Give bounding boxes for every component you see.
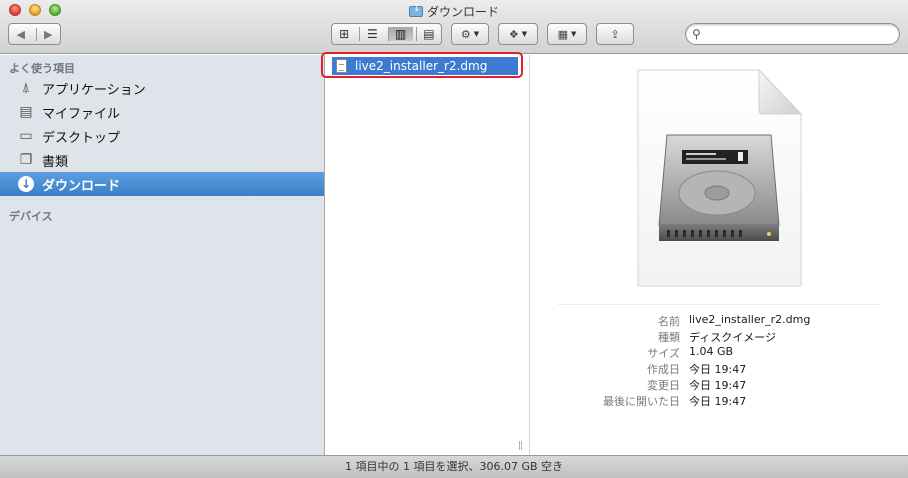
dropbox-menu-button[interactable]: ❖ ▼: [498, 23, 538, 45]
sidebar-item-label: 書類: [42, 154, 69, 170]
toolbar: ダウンロード ◀ ▶ ⊞ ☰ ▥ ▤ ⚙▼ ❖▼ ▦▼ ⇪ ⚲: [0, 0, 908, 54]
all-my-files-icon: ▤: [19, 104, 33, 120]
arrange-menu-button[interactable]: ▦ ▼: [547, 23, 587, 45]
action-menu-button[interactable]: ⚙ ▼: [451, 23, 489, 45]
back-forward-group: ◀ ▶: [8, 23, 61, 45]
info-row-name: 名前 live2_installer_r2.dmg: [531, 313, 908, 329]
sidebar-item-desktop[interactable]: ▭ デスクトップ: [0, 124, 324, 148]
back-button[interactable]: ◀: [9, 28, 33, 41]
chevron-down-icon: ▼: [473, 30, 480, 38]
finder-window: ダウンロード ◀ ▶ ⊞ ☰ ▥ ▤ ⚙▼ ❖▼ ▦▼ ⇪ ⚲ よく使う項目 ⍋: [0, 0, 908, 478]
window-title: ダウンロード: [0, 3, 908, 20]
desktop-icon: ▭: [19, 128, 33, 144]
info-value: live2_installer_r2.dmg: [689, 313, 811, 326]
sidebar-item-label: デスクトップ: [42, 130, 121, 146]
share-icon: ⇪: [610, 27, 620, 41]
info-row-size: サイズ 1.04 GB: [531, 345, 908, 361]
sidebar-item-label: ダウンロード: [42, 178, 121, 194]
column-view-button[interactable]: ▥: [387, 27, 413, 41]
sidebar-item-all-my-files[interactable]: ▤ マイファイル: [0, 100, 324, 124]
info-value: 今日 19:47: [689, 379, 747, 392]
view-mode-group: ⊞ ☰ ▥ ▤: [331, 23, 442, 45]
disk-image-preview-icon: [637, 68, 803, 287]
dropbox-icon: ❖: [508, 27, 519, 41]
file-column: live2_installer_r2.dmg: [326, 55, 530, 455]
window-title-text: ダウンロード: [426, 5, 499, 19]
downloads-icon: ↓: [17, 175, 35, 193]
coverflow-view-button[interactable]: ▤: [415, 27, 441, 41]
info-row-modified: 変更日 今日 19:47: [531, 377, 908, 393]
list-view-button[interactable]: ☰: [359, 27, 384, 41]
info-key: サイズ: [647, 347, 680, 360]
info-value: ディスクイメージ: [689, 331, 777, 344]
search-input[interactable]: [685, 23, 900, 45]
sidebar-item-downloads[interactable]: ↓ ダウンロード: [0, 172, 324, 196]
documents-icon: ❐: [19, 152, 33, 168]
share-button[interactable]: ⇪: [596, 23, 634, 45]
info-value: 1.04 GB: [689, 345, 734, 358]
info-key: 名前: [658, 315, 680, 328]
applications-icon: ⍋: [21, 80, 31, 96]
highlight-annotation: [321, 52, 523, 78]
info-row-kind: 種類 ディスクイメージ: [531, 329, 908, 345]
search-icon: ⚲: [692, 27, 701, 41]
info-key: 種類: [658, 331, 680, 344]
info-key: 作成日: [647, 363, 680, 376]
status-bar: 1 項目中の 1 項目を選択、306.07 GB 空き: [0, 455, 908, 478]
gear-icon: ⚙: [460, 27, 471, 41]
sidebar-item-documents[interactable]: ❐ 書類: [0, 148, 324, 172]
chevron-down-icon: ▼: [571, 30, 577, 38]
info-key: 変更日: [647, 379, 680, 392]
sidebar-item-applications[interactable]: ⍋ アプリケーション: [0, 76, 324, 100]
info-key: 最後に開いた日: [603, 395, 680, 408]
info-value: 今日 19:47: [689, 363, 747, 376]
sidebar-header-favorites: よく使う項目: [9, 62, 75, 75]
column-resize-handle[interactable]: ||: [518, 441, 523, 451]
chevron-down-icon: ▼: [521, 30, 528, 38]
preview-divider: [558, 304, 880, 305]
info-row-created: 作成日 今日 19:47: [531, 361, 908, 377]
forward-button[interactable]: ▶: [35, 27, 61, 41]
sidebar-item-label: マイファイル: [42, 106, 121, 122]
info-value: 今日 19:47: [689, 395, 747, 408]
icon-view-button[interactable]: ⊞: [332, 27, 356, 41]
sidebar-header-devices: デバイス: [9, 210, 53, 223]
info-row-last-opened: 最後に開いた日 今日 19:47: [531, 393, 908, 409]
downloads-folder-icon: [408, 4, 423, 17]
sidebar-item-label: アプリケーション: [42, 82, 146, 98]
arrange-icon: ▦: [557, 27, 568, 41]
